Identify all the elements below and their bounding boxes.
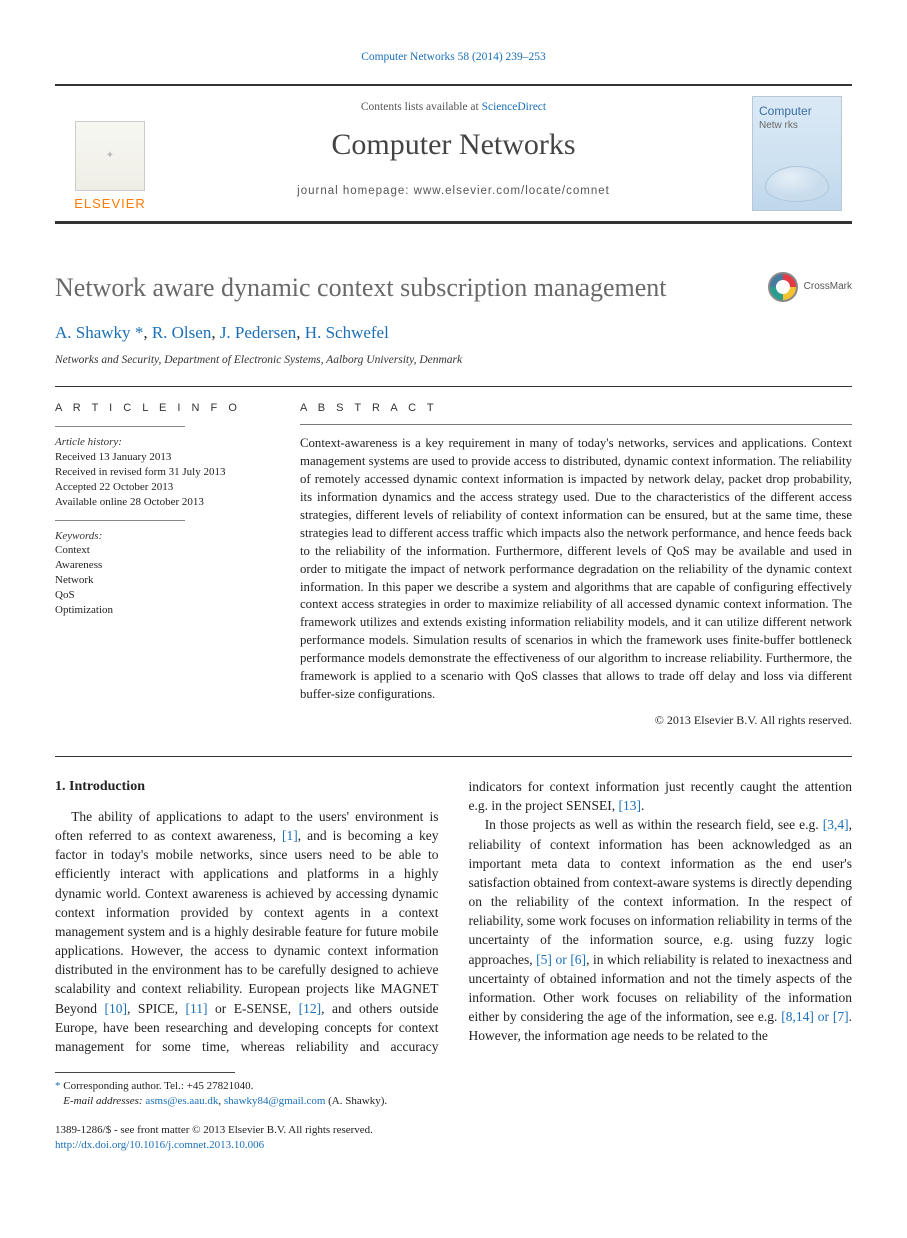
keyword: Context — [55, 543, 270, 558]
journal-homepage: journal homepage: www.elsevier.com/locat… — [173, 184, 734, 200]
section-heading: 1. Introduction — [55, 777, 439, 797]
sep: , — [211, 323, 220, 342]
divider — [55, 426, 185, 427]
history-accepted: Accepted 22 October 2013 — [55, 480, 270, 495]
citation-link[interactable]: [13] — [618, 798, 641, 813]
citation-link[interactable]: [1] — [282, 828, 298, 843]
author-link[interactable]: A. Shawky — [55, 323, 131, 342]
keywords-heading: Keywords: — [55, 529, 270, 544]
email-label: E-mail addresses: — [63, 1095, 142, 1107]
citation-link[interactable]: [5] or [6] — [536, 952, 586, 967]
contents-prefix: Contents lists available at — [361, 101, 482, 113]
body-columns: 1. Introduction The ability of applicati… — [55, 777, 852, 1056]
crossmark-label: CrossMark — [804, 280, 852, 294]
elsevier-tree-icon: ✦ — [75, 121, 145, 191]
sep: , — [296, 323, 305, 342]
text-run: , reliability of context information has… — [469, 817, 853, 966]
publisher-block: ✦ ELSEVIER — [55, 86, 165, 221]
email-link[interactable]: asms@es.aau.dk — [145, 1095, 218, 1107]
sciencedirect-link[interactable]: ScienceDirect — [482, 101, 547, 113]
journal-cover-thumb: Computer Netw rks — [752, 96, 842, 211]
text-run: In those projects as well as within the … — [485, 817, 823, 832]
citation-link[interactable]: [8,14] or [7] — [781, 1009, 848, 1024]
cover-title: Computer — [759, 103, 835, 119]
keyword: Awareness — [55, 558, 270, 573]
email-link[interactable]: shawky84@gmail.com — [224, 1095, 325, 1107]
abstract-heading: A B S T R A C T — [300, 401, 852, 416]
history-received: Received 13 January 2013 — [55, 450, 270, 465]
author-link[interactable]: H. Schwefel — [305, 323, 389, 342]
footnote-divider — [55, 1072, 235, 1073]
article-info-heading: A R T I C L E I N F O — [55, 401, 270, 416]
history-heading: Article history: — [55, 435, 270, 450]
keyword: Optimization — [55, 603, 270, 618]
abstract-text: Context-awareness is a key requirement i… — [300, 435, 852, 704]
homepage-url[interactable]: www.elsevier.com/locate/comnet — [414, 185, 610, 197]
footer-meta: 1389-1286/$ - see front matter © 2013 El… — [55, 1123, 852, 1154]
publisher-name: ELSEVIER — [74, 195, 146, 213]
divider — [300, 424, 852, 425]
author-link[interactable]: J. Pedersen — [220, 323, 296, 342]
citation-link[interactable]: [12] — [299, 1001, 322, 1016]
article-title: Network aware dynamic context subscripti… — [55, 272, 768, 305]
text-run: . — [641, 798, 644, 813]
body-paragraph: In those projects as well as within the … — [469, 815, 853, 1045]
globe-icon — [765, 166, 829, 202]
text-run: , and is becoming a key factor in today'… — [55, 828, 439, 1015]
divider — [55, 386, 852, 387]
journal-citation: Computer Networks 58 (2014) 239–253 — [55, 50, 852, 66]
sep: , — [143, 323, 152, 342]
corresponding-footnote: * Corresponding author. Tel.: +45 278210… — [55, 1079, 852, 1109]
text-run: or E-SENSE, — [208, 1001, 299, 1016]
keyword: Network — [55, 573, 270, 588]
history-online: Available online 28 October 2013 — [55, 495, 270, 510]
citation-link[interactable]: [11] — [186, 1001, 208, 1016]
star-icon: * — [55, 1080, 61, 1092]
crossmark-widget[interactable]: CrossMark — [768, 272, 852, 302]
keyword: QoS — [55, 588, 270, 603]
author-list: A. Shawky *, R. Olsen, J. Pedersen, H. S… — [55, 322, 852, 345]
doi-link[interactable]: http://dx.doi.org/10.1016/j.comnet.2013.… — [55, 1139, 264, 1151]
divider — [55, 756, 852, 757]
divider — [55, 520, 185, 521]
homepage-prefix: journal homepage: — [297, 185, 413, 197]
citation-link[interactable]: [10] — [105, 1001, 128, 1016]
citation-link[interactable]: [3,4] — [823, 817, 849, 832]
copyright-line: © 2013 Elsevier B.V. All rights reserved… — [300, 712, 852, 728]
journal-header: ✦ ELSEVIER Contents lists available at S… — [55, 84, 852, 224]
article-info-column: A R T I C L E I N F O Article history: R… — [55, 401, 270, 728]
journal-name: Computer Networks — [173, 125, 734, 166]
history-revised: Received in revised form 31 July 2013 — [55, 465, 270, 480]
issn-line: 1389-1286/$ - see front matter © 2013 El… — [55, 1124, 373, 1136]
crossmark-icon — [768, 272, 798, 302]
cover-subtitle: Netw rks — [759, 119, 835, 133]
text-run: , SPICE, — [127, 1001, 186, 1016]
contents-available-line: Contents lists available at ScienceDirec… — [173, 100, 734, 116]
email-tail: (A. Shawky). — [325, 1095, 387, 1107]
affiliation: Networks and Security, Department of Ele… — [55, 353, 852, 369]
corr-author-line: Corresponding author. Tel.: +45 27821040… — [63, 1080, 253, 1092]
author-link[interactable]: R. Olsen — [152, 323, 212, 342]
